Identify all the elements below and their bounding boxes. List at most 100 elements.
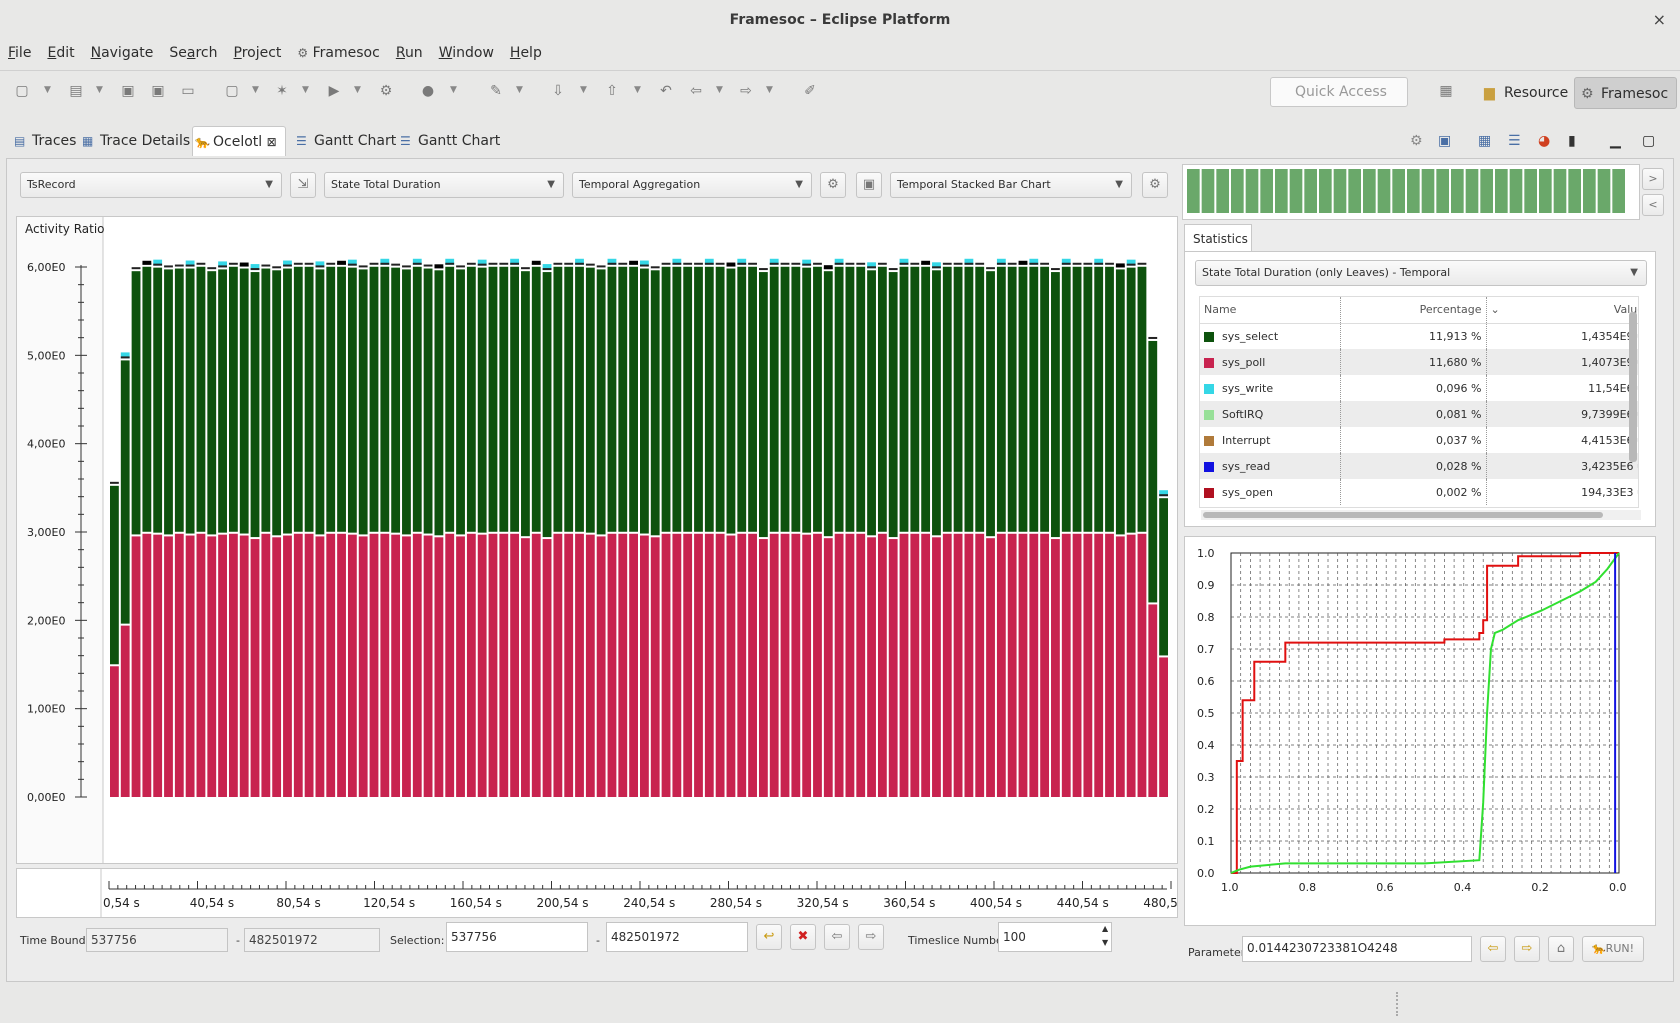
- chevron-down-icon[interactable]: ▼: [450, 85, 457, 95]
- chevron-down-icon[interactable]: ▼: [96, 85, 103, 95]
- tab-gantt-chart-1[interactable]: ☰ Gantt Chart: [294, 126, 396, 156]
- menu-edit[interactable]: Edit: [47, 45, 74, 61]
- tab-statistics[interactable]: Statistics: [1184, 224, 1252, 252]
- table-row[interactable]: sys_open0,002 %194,33E3 u: [1200, 479, 1638, 505]
- print-icon[interactable]: ▭: [178, 81, 198, 101]
- menu-run[interactable]: Run: [396, 45, 423, 61]
- menu-project[interactable]: Project: [234, 45, 282, 61]
- forward-icon[interactable]: ⇨: [736, 81, 756, 101]
- chevron-down-icon[interactable]: ▼: [516, 85, 523, 95]
- maximize-icon[interactable]: ▢: [1642, 126, 1662, 156]
- quality-curve-chart[interactable]: 0.0 0.1 0.2 0.3 0.4 0.5 0.6 0.7 0.8 0.9 1.0 1.0 0.8 0…: [1185, 537, 1655, 925]
- aggregation-select[interactable]: Temporal Aggregation ▼: [572, 172, 812, 198]
- table-row[interactable]: sys_read 0,028 %3,4235E6 u: [1200, 453, 1638, 479]
- overview-prev-button[interactable]: <: [1642, 194, 1664, 216]
- save-all-icon[interactable]: ▣: [148, 81, 168, 101]
- perspective-framesoc[interactable]: ⚙ Framesoc: [1574, 77, 1678, 109]
- screenshot-icon[interactable]: ▣: [1438, 126, 1458, 156]
- tab-trace-details[interactable]: ▦ Trace Details: [80, 126, 190, 156]
- gantt-view-icon[interactable]: ☰: [1508, 126, 1528, 156]
- vertical-scrollbar[interactable]: [1629, 312, 1637, 462]
- settings-icon[interactable]: ⚙: [1410, 126, 1430, 156]
- menu-search[interactable]: Search: [169, 45, 217, 61]
- parameter-prev-button[interactable]: ⇦: [1480, 936, 1506, 962]
- spinner-up-icon[interactable]: ▲: [1102, 924, 1108, 933]
- timeslice-spinner[interactable]: 100: [998, 922, 1112, 952]
- home-icon[interactable]: ⌂: [1548, 936, 1574, 962]
- cancel-selection-button[interactable]: ✖: [790, 924, 816, 950]
- parameter-field[interactable]: 0.0144230723381O4248: [1242, 936, 1472, 962]
- chevron-down-icon[interactable]: ▼: [44, 85, 51, 95]
- open-perspective-icon[interactable]: ▦: [1436, 81, 1456, 101]
- chevron-down-icon[interactable]: ▼: [580, 85, 587, 95]
- chevron-down-icon[interactable]: ▼: [634, 85, 641, 95]
- perspective-resource[interactable]: ▆ Resource: [1478, 77, 1576, 109]
- tab-traces[interactable]: ▤ Traces: [12, 126, 76, 156]
- selection-start-field[interactable]: 537756: [446, 922, 588, 952]
- time-bound-start-field[interactable]: 537756: [86, 928, 228, 952]
- close-tab-icon[interactable]: ⊠: [267, 135, 277, 149]
- tab-ocelotl[interactable]: 🐆 Ocelotl ⊠: [192, 126, 286, 156]
- menu-framesoc[interactable]: ⚙ Framesoc: [297, 45, 379, 61]
- last-edit-icon[interactable]: ↶: [656, 81, 676, 101]
- table-row[interactable]: SoftIRQ 0,081 %9,7399E6 u: [1200, 401, 1638, 427]
- parameter-next-button[interactable]: ⇨: [1514, 936, 1540, 962]
- chevron-down-icon[interactable]: ▼: [302, 85, 309, 95]
- apply-selection-button[interactable]: ↩: [756, 924, 782, 950]
- load-trace-button[interactable]: ⇲: [290, 172, 316, 198]
- menu-window[interactable]: Window: [439, 45, 494, 61]
- overview-next-button[interactable]: >: [1642, 168, 1664, 190]
- spinner-down-icon[interactable]: ▼: [1102, 938, 1108, 947]
- tab-gantt-chart-2[interactable]: ☰ Gantt Chart: [398, 126, 500, 156]
- table-row[interactable]: Interrupt 0,037 %4,4153E6 u: [1200, 427, 1638, 453]
- menu-navigate[interactable]: Navigate: [91, 45, 154, 61]
- table-row[interactable]: sys_poll 11,680 %1,4073E9 u: [1200, 349, 1638, 375]
- chevron-down-icon[interactable]: ▼: [766, 85, 773, 95]
- pin-icon[interactable]: ✐: [800, 81, 820, 101]
- run-icon[interactable]: ▶: [324, 81, 344, 101]
- menu-file[interactable]: File: [8, 45, 31, 61]
- pie-chart-icon[interactable]: ◕: [1538, 126, 1558, 156]
- horizontal-scrollbar[interactable]: [1201, 510, 1641, 520]
- visualization-select[interactable]: Temporal Stacked Bar Chart ▼: [890, 172, 1132, 198]
- run-button[interactable]: 🐆RUN!: [1582, 936, 1644, 962]
- bar-chart-icon[interactable]: ▮: [1568, 126, 1588, 156]
- trace-select[interactable]: TsRecord ▼: [20, 172, 282, 198]
- open-type-icon[interactable]: ●: [418, 81, 438, 101]
- table-row[interactable]: sys_select 11,913 %1,4354E9 u: [1200, 323, 1638, 349]
- column-header-percentage[interactable]: Percentage: [1339, 297, 1486, 324]
- new-icon[interactable]: ▢: [12, 81, 32, 101]
- table-row[interactable]: sys_write 0,096 %11,54E6 u: [1200, 375, 1638, 401]
- column-header-value[interactable]: ⌄Value: [1485, 297, 1638, 324]
- back-icon[interactable]: ⇦: [686, 81, 706, 101]
- prev-annotation-icon[interactable]: ⇧: [602, 81, 622, 101]
- time-bound-end-field[interactable]: 482501972: [244, 928, 380, 952]
- table-view-icon[interactable]: ▦: [1478, 126, 1498, 156]
- new-project-icon[interactable]: ▤: [66, 81, 86, 101]
- column-header-name[interactable]: Name: [1200, 297, 1340, 324]
- pen-icon[interactable]: ✎: [486, 81, 506, 101]
- external-tools-icon[interactable]: ⚙: [376, 81, 396, 101]
- metric-select[interactable]: State Total Duration ▼: [324, 172, 564, 198]
- zoom-forward-button[interactable]: ⇨: [858, 924, 884, 950]
- aggregation-settings-button[interactable]: ⚙: [820, 172, 846, 198]
- chevron-down-icon[interactable]: ▼: [716, 85, 723, 95]
- menu-help[interactable]: Help: [510, 45, 542, 61]
- new-file-icon[interactable]: ▢: [222, 81, 242, 101]
- time-axis[interactable]: 0,54 s 40,54 s 80,54 s 120,54 s 160,54 s 200,…: [17, 869, 1185, 917]
- chevron-down-icon[interactable]: ▼: [252, 85, 259, 95]
- selection-end-field[interactable]: 482501972: [606, 922, 748, 952]
- zoom-back-button[interactable]: ⇦: [824, 924, 850, 950]
- stacked-bar-chart[interactable]: Activity Ratio 0,00E0 1,00E0 2,00E0 3,00E0 4…: [17, 217, 1177, 863]
- statistics-select[interactable]: State Total Duration (only Leaves) - Tem…: [1195, 260, 1647, 286]
- chevron-down-icon[interactable]: ▼: [354, 85, 361, 95]
- debug-icon[interactable]: ✶: [272, 81, 292, 101]
- overview-panel[interactable]: [1182, 164, 1640, 220]
- minimize-icon[interactable]: ▁: [1610, 126, 1630, 156]
- close-window-button[interactable]: ×: [1653, 0, 1666, 40]
- next-annotation-icon[interactable]: ⇩: [548, 81, 568, 101]
- visualization-settings-button[interactable]: ⚙: [1142, 172, 1168, 198]
- save-icon[interactable]: ▣: [118, 81, 138, 101]
- save-aggregation-button[interactable]: ▣: [856, 172, 882, 198]
- quick-access-input[interactable]: Quick Access: [1270, 77, 1408, 107]
